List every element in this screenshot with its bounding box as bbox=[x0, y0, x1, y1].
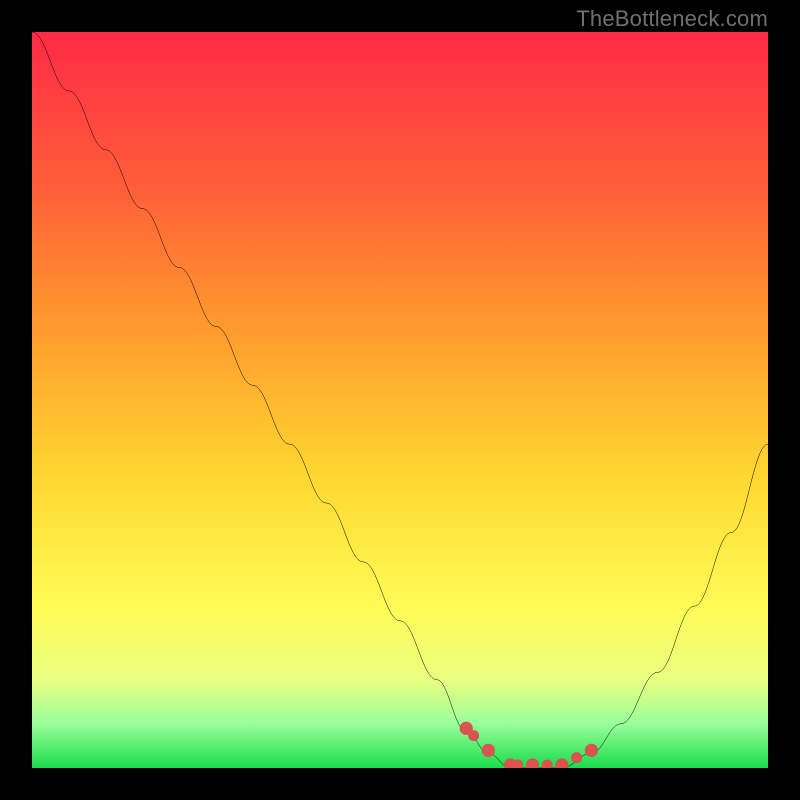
chart-frame: TheBottleneck.com bbox=[0, 0, 800, 800]
plot-area bbox=[32, 32, 768, 768]
optimal-marker bbox=[555, 758, 568, 768]
bottleneck-curve bbox=[32, 32, 768, 768]
optimal-marker bbox=[468, 730, 479, 741]
optimal-marker bbox=[526, 758, 539, 768]
optimal-marker bbox=[585, 744, 598, 757]
watermark-text: TheBottleneck.com bbox=[576, 6, 768, 32]
optimal-marker bbox=[542, 760, 553, 768]
optimal-marker bbox=[482, 744, 495, 757]
optimal-marker bbox=[571, 752, 582, 763]
